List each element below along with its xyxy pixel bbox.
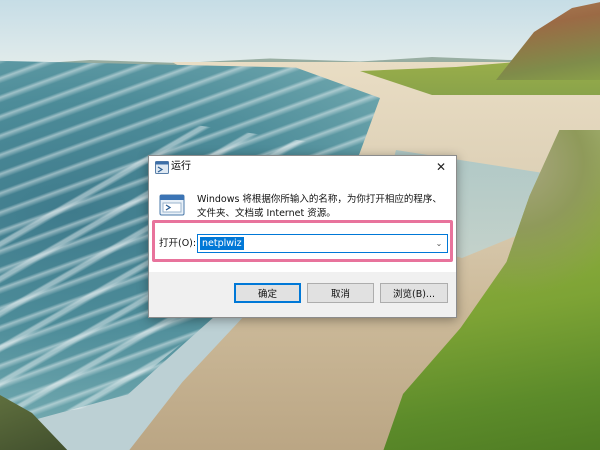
run-app-icon — [155, 161, 169, 174]
run-dialog-icon — [159, 194, 185, 216]
dialog-titlebar[interactable]: 运行 ✕ — [149, 156, 456, 180]
browse-button[interactable]: 浏览(B)... — [380, 283, 448, 303]
dropdown-button[interactable]: ⌄ — [431, 235, 447, 252]
chevron-down-icon: ⌄ — [435, 239, 443, 248]
close-icon: ✕ — [435, 160, 447, 174]
ok-button[interactable]: 确定 — [234, 283, 301, 303]
command-combobox[interactable]: netplwiz ⌄ — [197, 234, 448, 253]
dialog-title: 运行 — [171, 161, 191, 172]
dialog-description: Windows 将根据你所输入的名称，为你打开相应的程序、文件夹、文档或 Int… — [197, 194, 442, 219]
open-label: 打开(O): — [159, 238, 197, 249]
run-dialog: 运行 ✕ Windows 将根据你所输入的名称，为你打开相应的程序、文件夹、文档… — [148, 155, 457, 318]
command-input[interactable] — [199, 236, 433, 251]
cancel-button[interactable]: 取消 — [307, 283, 374, 303]
close-button[interactable]: ✕ — [426, 156, 456, 178]
